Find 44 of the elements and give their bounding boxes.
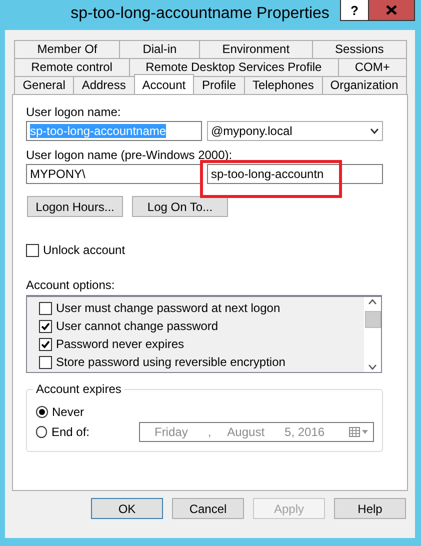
chevron-down-icon[interactable] xyxy=(368,364,377,370)
checkbox-label: User must change password at next logon xyxy=(56,301,280,315)
tab[interactable]: Member Of xyxy=(14,40,120,58)
tab[interactable]: COM+ xyxy=(338,58,407,76)
domain-dropdown[interactable]: @mypony.local xyxy=(207,121,383,141)
close-icon xyxy=(386,5,397,15)
close-button[interactable] xyxy=(369,0,415,21)
tab[interactable]: Remote Desktop Services Profile xyxy=(128,58,339,76)
tab[interactable]: Organization xyxy=(322,76,407,94)
scrollbar[interactable] xyxy=(363,297,381,372)
dialog-button[interactable]: Cancel xyxy=(172,498,244,519)
checkbox[interactable] xyxy=(39,302,52,314)
dialog-button[interactable]: Help xyxy=(334,498,406,519)
checkbox[interactable] xyxy=(39,320,52,332)
chevron-up-icon[interactable] xyxy=(368,299,377,305)
section-label: Account options: xyxy=(26,278,116,293)
tab[interactable]: Sessions xyxy=(312,40,407,58)
checkbox-label: User cannot change password xyxy=(56,319,218,333)
radio-label: Never xyxy=(52,405,84,419)
radio-button[interactable] xyxy=(36,406,48,418)
scrollbar-thumb[interactable] xyxy=(364,311,380,328)
radio-button[interactable] xyxy=(36,426,48,438)
checkbox-label: Unlock account xyxy=(43,243,126,257)
input-field[interactable]: MYPONY\ xyxy=(26,164,202,184)
checkbox[interactable] xyxy=(39,356,52,368)
input-field[interactable]: sp-too-long-accountn xyxy=(207,164,383,184)
radio-label: End of: xyxy=(51,425,88,439)
tab[interactable]: Remote control xyxy=(14,58,130,76)
checkbox-label: Store password using reversible encryption xyxy=(56,355,286,369)
dialog-button[interactable]: OK xyxy=(91,498,163,519)
chevron-down-icon xyxy=(370,128,379,134)
field-label: User logon name: xyxy=(26,105,122,120)
tab[interactable]: Telephones xyxy=(244,76,323,94)
group-title: Account expires xyxy=(33,382,124,396)
help-button[interactable]: ? xyxy=(340,0,369,21)
checkbox[interactable] xyxy=(39,338,52,350)
logon-button[interactable]: Logon Hours... xyxy=(27,196,123,217)
checkbox[interactable] xyxy=(26,244,39,256)
logon-button[interactable]: Log On To... xyxy=(132,196,228,217)
tab[interactable]: Account xyxy=(134,74,194,94)
checkbox-label: Password never expires xyxy=(56,337,184,351)
field-label: User logon name (pre-Windows 2000): xyxy=(26,148,234,163)
tab[interactable]: General xyxy=(14,76,74,94)
window-title: sp-too-long-accountname Properties xyxy=(70,4,330,23)
